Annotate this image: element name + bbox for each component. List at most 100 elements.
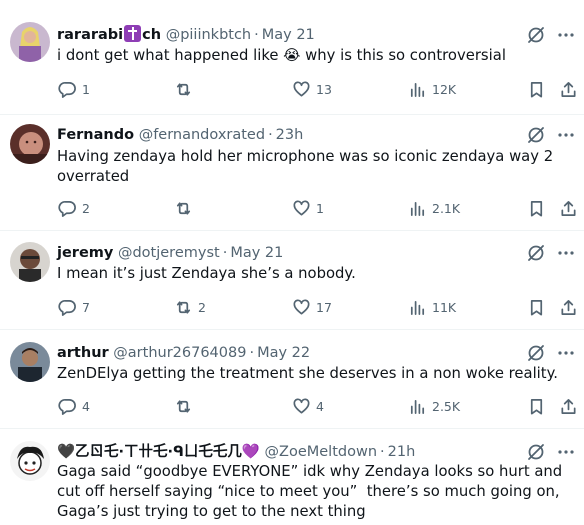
retweet-icon (176, 300, 191, 314)
like-button[interactable]: 13 (292, 77, 332, 101)
tweet-text: Gaga said “goodbye EVERYONE” idk why Zen… (57, 463, 567, 520)
like-button[interactable]: 4 (292, 394, 324, 418)
reply-count: 7 (82, 299, 90, 315)
tweet[interactable]: jeremy @dotjeremyst · May 21 I mean it’s j… (0, 231, 584, 330)
reply-icon (58, 81, 76, 98)
like-button[interactable]: 17 (292, 295, 332, 319)
timestamp[interactable]: May 21 (262, 27, 315, 43)
grok-icon[interactable] (526, 125, 546, 145)
user-handle[interactable]: @fernandoxrated (139, 127, 265, 143)
like-count: 4 (316, 398, 324, 414)
heart-icon (293, 398, 310, 414)
separator: · (380, 444, 385, 460)
more-options-icon[interactable] (556, 25, 576, 45)
heart-icon (293, 81, 310, 97)
reply-button[interactable]: 1 (58, 77, 90, 101)
bookmark-button[interactable] (527, 77, 546, 101)
reply-button[interactable]: 2 (58, 196, 90, 220)
view-count: 11K (432, 299, 457, 315)
bookmark-button[interactable] (527, 295, 546, 319)
bookmark-icon (530, 398, 543, 414)
views-icon (410, 201, 425, 216)
views-button[interactable]: 11K (408, 295, 456, 319)
views-icon (410, 300, 425, 315)
display-name[interactable]: 🖤乙ㄖ乇·ㄒ卄乇·ᑫㄩ乇乇几💜 (57, 444, 260, 460)
more-options-icon[interactable] (556, 243, 576, 263)
retweet-button[interactable] (174, 394, 198, 418)
avatar[interactable] (10, 342, 50, 382)
bookmark-button[interactable] (527, 394, 546, 418)
display-name[interactable]: arthur (57, 345, 109, 361)
more-options-icon[interactable] (556, 125, 576, 145)
grok-icon[interactable] (526, 25, 546, 45)
reply-button[interactable]: 7 (58, 295, 90, 319)
display-name[interactable]: rararabi ch (57, 25, 161, 43)
reply-button[interactable]: 4 (58, 394, 90, 418)
tweet-text: ZenDElya getting the treatment she deser… (57, 365, 558, 382)
share-icon (561, 398, 576, 414)
reply-icon (58, 299, 76, 316)
views-button[interactable]: 2.1K (408, 196, 460, 220)
views-button[interactable]: 12K (408, 77, 456, 101)
tweet[interactable]: 🖤乙ㄖ乇·ㄒ卄乇·ᑫㄩ乇乇几💜 @ZoeMeltdown · 21h Gaga sa… (0, 429, 584, 525)
grok-icon[interactable] (526, 243, 546, 263)
like-count: 17 (316, 299, 332, 315)
tweet-header: arthur @arthur26764089 · May 22 (57, 342, 310, 364)
separator: · (222, 245, 228, 261)
tweet[interactable]: arthur @arthur26764089 · May 22 ZenDElya g… (0, 330, 584, 429)
retweet-icon (176, 399, 191, 413)
retweet-button[interactable] (174, 77, 198, 101)
tweet-header: rararabi ch @piiinkbtch · May 21 (57, 24, 315, 46)
cross-emoji-icon (124, 25, 142, 42)
separator: · (268, 127, 273, 143)
bookmark-button[interactable] (527, 196, 546, 220)
user-handle[interactable]: @ZoeMeltdown (265, 444, 378, 460)
tweet[interactable]: Fernando @fernandoxrated · 23h Having zend… (0, 115, 584, 231)
share-button[interactable] (559, 295, 578, 319)
timestamp[interactable]: 21h (388, 444, 416, 460)
user-handle[interactable]: @piiinkbtch (166, 27, 251, 43)
avatar[interactable] (10, 22, 50, 62)
retweet-button[interactable] (174, 196, 198, 220)
avatar[interactable] (10, 124, 50, 164)
bookmark-icon (530, 200, 543, 216)
timestamp[interactable]: May 21 (230, 245, 283, 261)
reply-count: 4 (82, 398, 90, 414)
grok-icon[interactable] (526, 343, 546, 363)
separator: · (254, 27, 259, 43)
tweet-header: jeremy @dotjeremyst · May 21 (57, 242, 283, 264)
views-button[interactable]: 2.5K (408, 394, 460, 418)
tweet-text: Having zendaya hold her microphone was s… (57, 148, 558, 185)
tweet[interactable]: rararabi ch @piiinkbtch · May 21 i dont get… (0, 0, 584, 115)
action-bar: 1 13 12K (0, 77, 584, 101)
share-icon (561, 299, 576, 315)
timestamp[interactable]: 23h (276, 127, 304, 143)
retweet-button[interactable]: 2 (174, 295, 206, 319)
retweet-count: 2 (198, 299, 206, 315)
more-options-icon[interactable] (556, 343, 576, 363)
views-icon (410, 399, 425, 414)
share-button[interactable] (559, 196, 578, 220)
share-icon (561, 200, 576, 216)
more-options-icon[interactable] (556, 442, 576, 462)
avatar[interactable] (10, 242, 50, 282)
action-bar: 4 4 2.5K (0, 394, 584, 418)
view-count: 2.1K (432, 200, 461, 216)
views-icon (410, 82, 425, 97)
action-bar: 7 2 17 11K (0, 295, 584, 319)
view-count: 12K (432, 81, 457, 97)
avatar[interactable] (10, 441, 50, 481)
user-handle[interactable]: @dotjeremyst (118, 245, 220, 261)
user-handle[interactable]: @arthur26764089 (113, 345, 246, 361)
display-name[interactable]: Fernando (57, 127, 134, 143)
grok-icon[interactable] (526, 442, 546, 462)
bookmark-icon (530, 299, 543, 315)
separator: · (249, 345, 255, 361)
share-button[interactable] (559, 394, 578, 418)
action-bar: 2 1 2.1K (0, 196, 584, 220)
display-name[interactable]: jeremy (57, 245, 113, 261)
timestamp[interactable]: May 22 (257, 345, 310, 361)
share-button[interactable] (559, 77, 578, 101)
heart-icon (293, 200, 310, 216)
like-button[interactable]: 1 (292, 196, 324, 220)
